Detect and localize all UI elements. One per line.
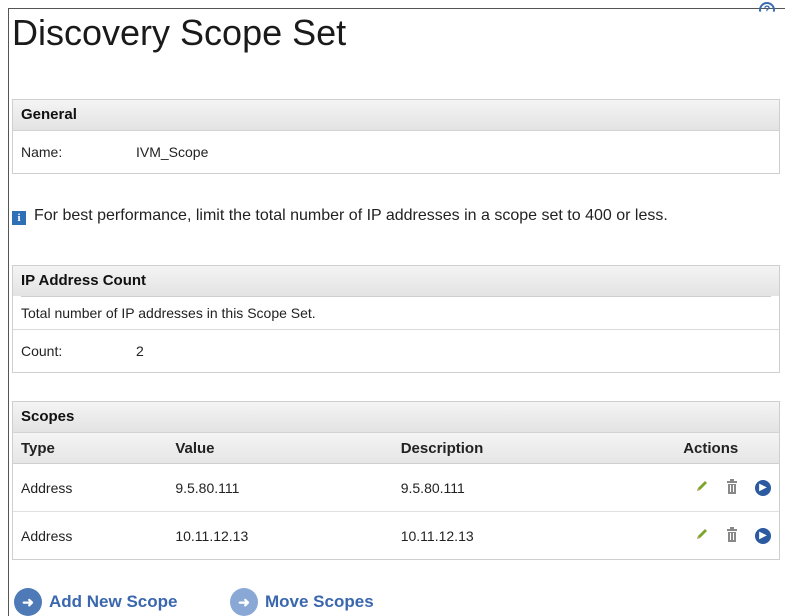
scope-description: 10.11.12.13 [400,527,474,544]
frame-top-border [8,8,785,9]
row-actions: ▶ [675,512,779,560]
count-label: Count: [21,343,63,359]
move-scopes-button[interactable]: ➜ Move Scopes [230,588,374,616]
page-title: Discovery Scope Set [12,12,347,53]
name-row: Name: IVM_Scope [13,131,779,173]
count-value: 2 [136,343,144,359]
name-value: IVM_Scope [136,144,209,160]
add-new-scope-button[interactable]: ➜ Add New Scope [14,588,177,616]
general-panel-header: General [13,100,779,131]
column-header-actions: Actions [675,433,779,464]
arrow-right-circle-icon[interactable]: ▶ [755,527,771,544]
scopes-panel: Scopes Type Value Description Actions Ad… [12,401,780,560]
frame-left-border [8,8,9,616]
help-icon[interactable]: ? [759,2,775,12]
arrow-right-circle-icon: ➜ [14,588,42,616]
arrow-right-circle-icon[interactable]: ▶ [755,479,771,496]
scopes-panel-header: Scopes [13,402,779,433]
name-label: Name: [21,144,63,160]
row-actions: ▶ [675,463,779,512]
scope-description: 9.5.80.111 [392,463,676,512]
trash-icon[interactable] [725,478,739,497]
info-message-text: For best performance, limit the total nu… [34,207,668,224]
scope-value: 10.11.12.13 [175,527,249,544]
arrow-right-circle-icon: ➜ [230,588,258,616]
ip-address-count-panel: IP Address Count Total number of IP addr… [12,265,780,373]
scope-type: Address [13,463,168,512]
ip-address-count-header: IP Address Count [13,266,779,296]
column-header-description[interactable]: Description [392,433,676,464]
info-icon: i [12,211,26,225]
add-new-scope-label: Add New Scope [49,592,178,611]
count-row: Count: 2 [13,329,779,372]
pencil-icon[interactable] [695,527,709,544]
table-row[interactable]: Address 9.5.80.111 9.5.80.111 ▶ [13,463,779,512]
general-panel: General Name: IVM_Scope [12,99,780,174]
scopes-table-header-row: Type Value Description Actions [13,433,779,464]
trash-icon[interactable] [725,526,739,545]
move-scopes-label: Move Scopes [265,592,374,611]
info-message: i For best performance, limit the total n… [12,207,668,225]
column-header-value[interactable]: Value [167,433,393,464]
scope-value: 9.5.80.111 [167,463,393,512]
pencil-icon[interactable] [695,479,709,496]
column-header-type[interactable]: Type [13,433,168,464]
scope-type: Address [21,527,73,544]
ip-address-count-description: Total number of IP addresses in this Sco… [21,305,316,321]
table-row[interactable]: Address 10.11.12.13 10.11.12.13 ▶ [13,512,779,560]
scopes-table: Type Value Description Actions Address 9… [13,433,779,559]
